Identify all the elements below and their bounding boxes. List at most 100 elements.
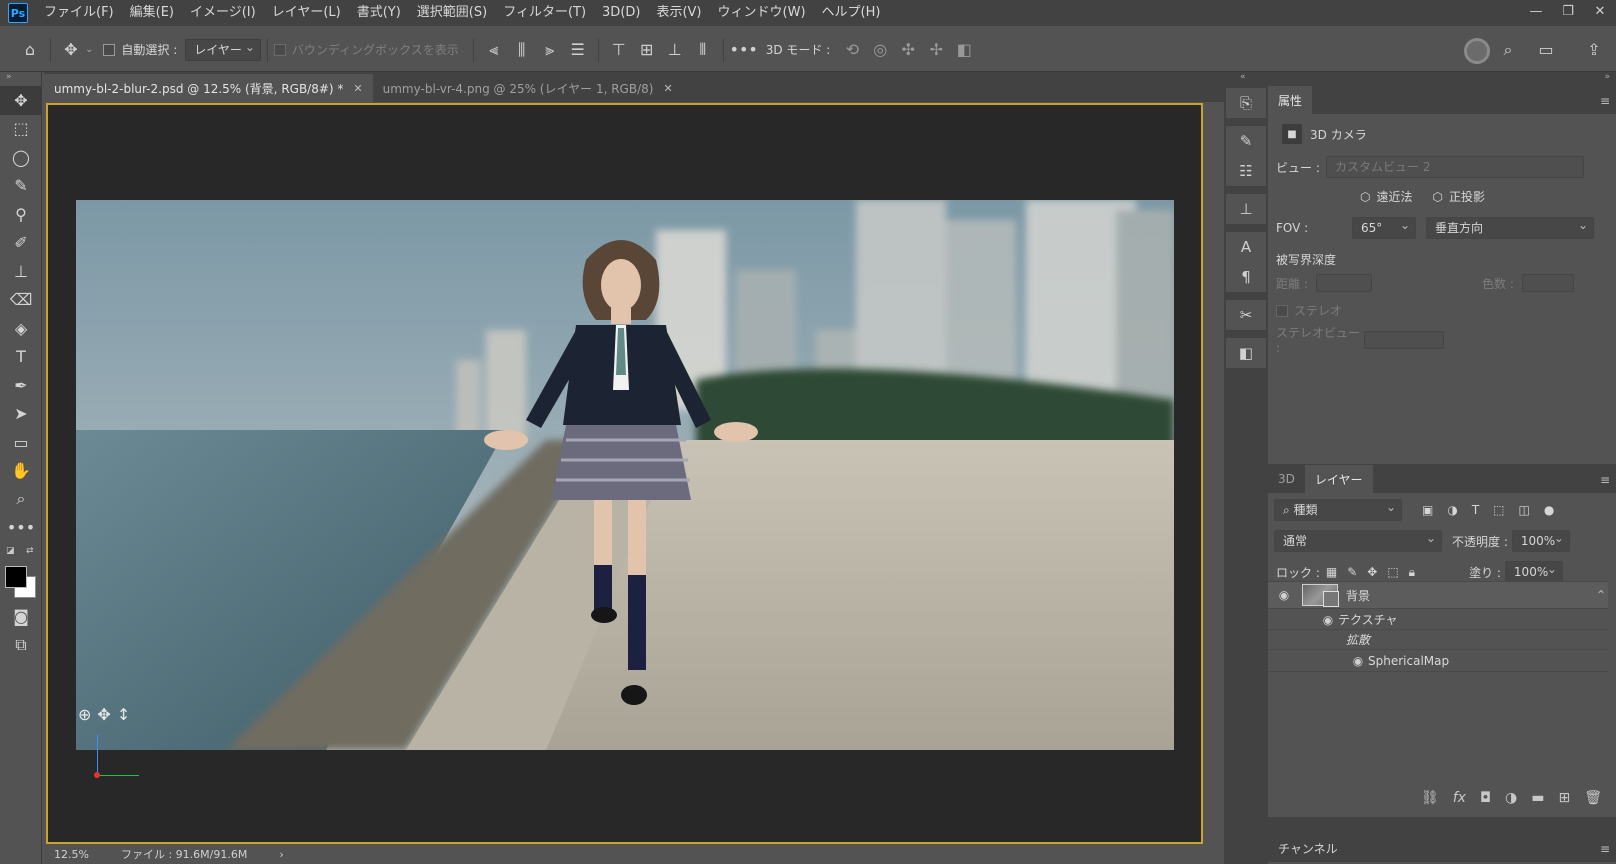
pen-tool-icon[interactable]: ✒	[0, 371, 42, 400]
fx-icon[interactable]: fx	[1453, 790, 1466, 806]
tab-layers[interactable]: レイヤー	[1304, 465, 1373, 493]
auto-select-checkbox[interactable]	[103, 43, 116, 56]
align-middle-icon[interactable]: ⊞	[633, 36, 661, 64]
lock-position-icon[interactable]: ✥	[1367, 565, 1377, 579]
type-tool-icon[interactable]: T	[0, 343, 42, 372]
brush-tool-icon[interactable]: ✐	[0, 229, 42, 258]
blur-input[interactable]	[1522, 274, 1574, 292]
roll-3d-icon[interactable]: ◎	[866, 36, 894, 64]
trash-icon[interactable]: 🗑︎	[1584, 790, 1602, 806]
menu-image[interactable]: イメージ(I)	[182, 0, 264, 26]
orthographic-label[interactable]: 正投影	[1449, 188, 1485, 205]
eye-icon[interactable]: ◉	[1318, 613, 1338, 627]
distribute-icon[interactable]: ☰	[564, 36, 592, 64]
path-select-tool-icon[interactable]: ➤	[0, 400, 42, 429]
lock-pixels-icon[interactable]: ✎	[1347, 565, 1357, 579]
pan-3d-icon[interactable]: ✣	[894, 36, 922, 64]
character-icon[interactable]: A	[1226, 232, 1266, 262]
link-layers-icon[interactable]: ⛓	[1421, 790, 1439, 806]
zoom-tool-icon[interactable]: ⌕	[0, 485, 42, 514]
paint-bucket-tool-icon[interactable]: ◈	[0, 314, 42, 343]
stereo-view-select[interactable]	[1364, 330, 1444, 349]
document-tab-active[interactable]: ummy-bl-2-blur-2.psd @ 12.5% (背景, RGB/8#…	[44, 74, 373, 102]
clone-source-icon[interactable]: ⊥	[1226, 194, 1266, 224]
home-icon[interactable]: ⌂	[16, 36, 44, 64]
rectangle-tool-icon[interactable]: ▭	[0, 428, 42, 457]
layer-filter-select[interactable]: ⌕ 種類	[1274, 497, 1402, 521]
stamp-tool-icon[interactable]: ⊥	[0, 257, 42, 286]
eye-icon[interactable]: ◉	[1348, 654, 1368, 668]
foreground-color-swatch[interactable]	[5, 566, 27, 588]
chevron-down-icon[interactable]: ⌄	[85, 44, 93, 55]
restore-button[interactable]: ❐	[1552, 0, 1584, 22]
swap-colors-icon[interactable]: ⇄	[26, 546, 34, 556]
eraser-tool-icon[interactable]: ⌫	[0, 286, 42, 315]
auto-select-target-select[interactable]: レイヤー	[185, 37, 261, 61]
opacity-input[interactable]: 100%	[1511, 528, 1570, 552]
eyedropper-tool-icon[interactable]: ⚲	[0, 200, 42, 229]
blend-mode-select[interactable]: 通常	[1274, 528, 1442, 552]
smart-object-filter-icon[interactable]: ◫	[1519, 503, 1530, 517]
stereo-checkbox[interactable]	[1276, 304, 1288, 317]
panel-menu-icon[interactable]: ≡	[1600, 473, 1610, 487]
menu-help[interactable]: ヘルプ(H)	[814, 0, 889, 26]
layer-row-diffuse[interactable]: 拡散	[1268, 630, 1608, 650]
quick-mask-icon[interactable]: ◙	[0, 602, 42, 631]
layer-row-background[interactable]: ◉ 背景 ⌃	[1268, 581, 1608, 609]
share-icon[interactable]: ⇪	[1580, 36, 1608, 64]
tab-3d[interactable]: 3D	[1268, 465, 1305, 493]
minimize-button[interactable]: —	[1520, 0, 1552, 22]
lasso-tool-icon[interactable]: ◯	[0, 143, 42, 172]
perspective-icon[interactable]: ⬡	[1360, 190, 1370, 204]
layer-row-texture[interactable]: ◉ テクスチャ	[1268, 610, 1608, 630]
close-icon[interactable]: ✕	[663, 82, 672, 95]
tab-channels[interactable]: チャンネル	[1268, 834, 1348, 862]
close-icon[interactable]: ✕	[353, 82, 362, 95]
document-tab[interactable]: ummy-bl-vr-4.png @ 25% (レイヤー 1, RGB/8) ✕	[373, 74, 683, 102]
layer-row-sphericalmap[interactable]: ◉ SphericalMap	[1268, 650, 1608, 672]
menu-type[interactable]: 書式(Y)	[349, 0, 409, 26]
align-left-icon[interactable]: ⫷	[480, 36, 508, 64]
navigator-icon[interactable]: ◧	[1226, 338, 1266, 368]
orbit-3d-icon[interactable]: ⟲	[838, 36, 866, 64]
3d-axis-widget[interactable]: ⊕ ✥ ↕	[78, 705, 130, 724]
move-tool-icon[interactable]: ✥	[0, 86, 42, 115]
bounding-box-checkbox[interactable]	[273, 43, 286, 56]
new-layer-icon[interactable]: ⊞	[1558, 790, 1570, 806]
lock-all-icon[interactable]: 🔒︎	[1409, 565, 1415, 580]
menu-3d[interactable]: 3D(D)	[594, 0, 648, 26]
workspace-icon[interactable]: ▭	[1532, 36, 1560, 64]
fill-input[interactable]: 100%	[1504, 559, 1563, 583]
search-icon[interactable]: ⌕	[1494, 36, 1522, 64]
distribute-vertical-icon[interactable]: ⫴	[689, 36, 717, 64]
shape-filter-icon[interactable]: ⬚	[1493, 503, 1504, 517]
close-window-button[interactable]: ✕	[1584, 0, 1616, 22]
quick-select-tool-icon[interactable]: ✎	[0, 172, 42, 201]
orthographic-icon[interactable]: ⬡	[1433, 190, 1443, 204]
history-icon[interactable]: ⎘	[1226, 88, 1266, 118]
align-right-icon[interactable]: ⫸	[536, 36, 564, 64]
eye-icon[interactable]: ◉	[1274, 588, 1294, 602]
distance-input[interactable]	[1316, 274, 1372, 292]
type-filter-icon[interactable]: T	[1472, 503, 1479, 517]
document-image[interactable]	[76, 200, 1174, 750]
zoom-level[interactable]: 12.5%	[54, 848, 89, 861]
more-tools-icon[interactable]: •••	[0, 514, 42, 543]
collapse-icon[interactable]: «	[1240, 72, 1246, 82]
fov-input[interactable]: 65°	[1352, 215, 1416, 239]
menu-window[interactable]: ウィンドウ(W)	[710, 0, 814, 26]
menu-filter[interactable]: フィルター(T)	[495, 0, 594, 26]
tool-presets-icon[interactable]: ✂	[1226, 300, 1266, 330]
slide-3d-icon[interactable]: ✢	[922, 36, 950, 64]
align-center-icon[interactable]: ⫼	[508, 36, 536, 64]
adjustment-layer-icon[interactable]: ◑	[1505, 790, 1517, 806]
orbit-icon[interactable]: ⊕	[78, 705, 91, 724]
fov-direction-select[interactable]: 垂直方向	[1426, 215, 1594, 239]
menu-select[interactable]: 選択範囲(S)	[409, 0, 495, 26]
filter-toggle-icon[interactable]: ●	[1544, 503, 1554, 517]
chevron-up-icon[interactable]: ⌃	[1596, 588, 1606, 602]
pan-icon[interactable]: ✥	[97, 705, 110, 724]
camera-3d-icon[interactable]: ◧	[950, 36, 978, 64]
canvas-area[interactable]: ⊕ ✥ ↕	[46, 103, 1203, 844]
default-colors-icon[interactable]: ◪	[6, 546, 15, 556]
